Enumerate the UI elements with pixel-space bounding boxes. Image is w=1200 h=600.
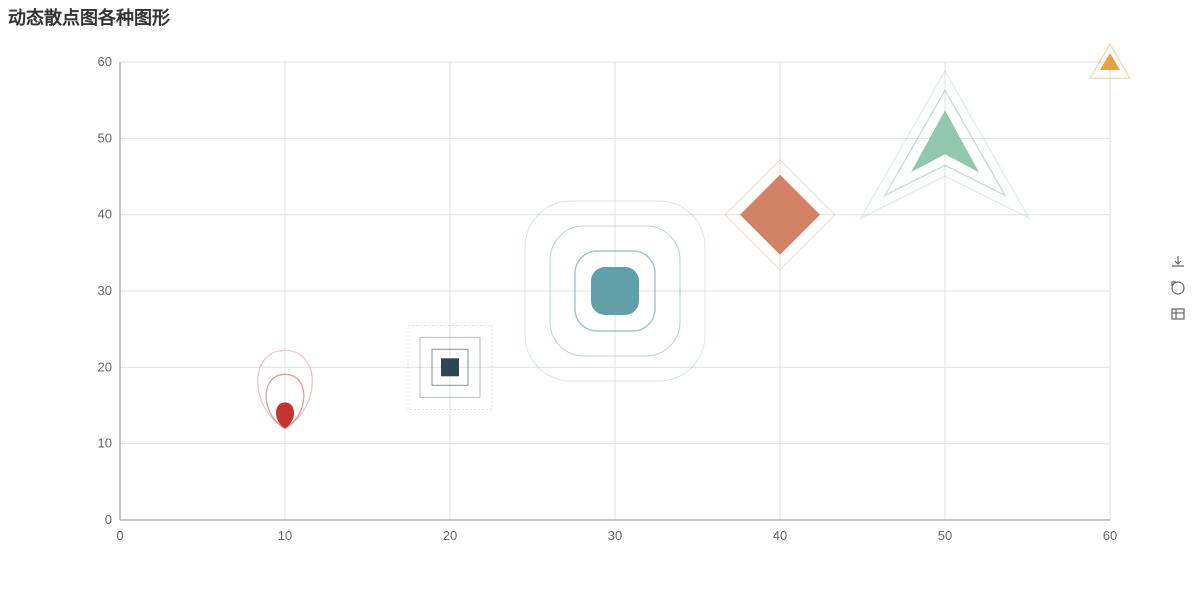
y-tick-30: 30 [98,283,112,298]
toolbox-restore[interactable] [1172,282,1184,294]
toolbox-save-image[interactable] [1172,256,1184,266]
restore-icon [1172,282,1184,294]
toolbox-dataview[interactable] [1172,309,1184,319]
y-tick-40: 40 [98,207,112,222]
download-icon [1172,256,1184,266]
x-tick-10: 10 [278,528,292,543]
x-tick-20: 20 [443,528,457,543]
x-tick-40: 40 [773,528,787,543]
point-diamond [725,160,835,270]
x-tick-labels: 0 10 20 30 40 50 60 [116,528,1117,543]
y-tick-0: 0 [105,512,112,527]
y-tick-50: 50 [98,130,112,145]
x-tick-30: 30 [608,528,622,543]
dataview-icon [1172,309,1184,319]
y-tick-10: 10 [98,436,112,451]
x-tick-50: 50 [938,528,952,543]
toolbox [1172,256,1184,319]
y-tick-20: 20 [98,359,112,374]
x-tick-0: 0 [116,528,123,543]
scatter-chart: 0 10 20 30 40 50 60 0 10 20 30 40 50 60 [0,0,1200,600]
y-tick-labels: 0 10 20 30 40 50 60 [98,54,112,527]
x-tick-60: 60 [1103,528,1117,543]
y-tick-60: 60 [98,54,112,69]
